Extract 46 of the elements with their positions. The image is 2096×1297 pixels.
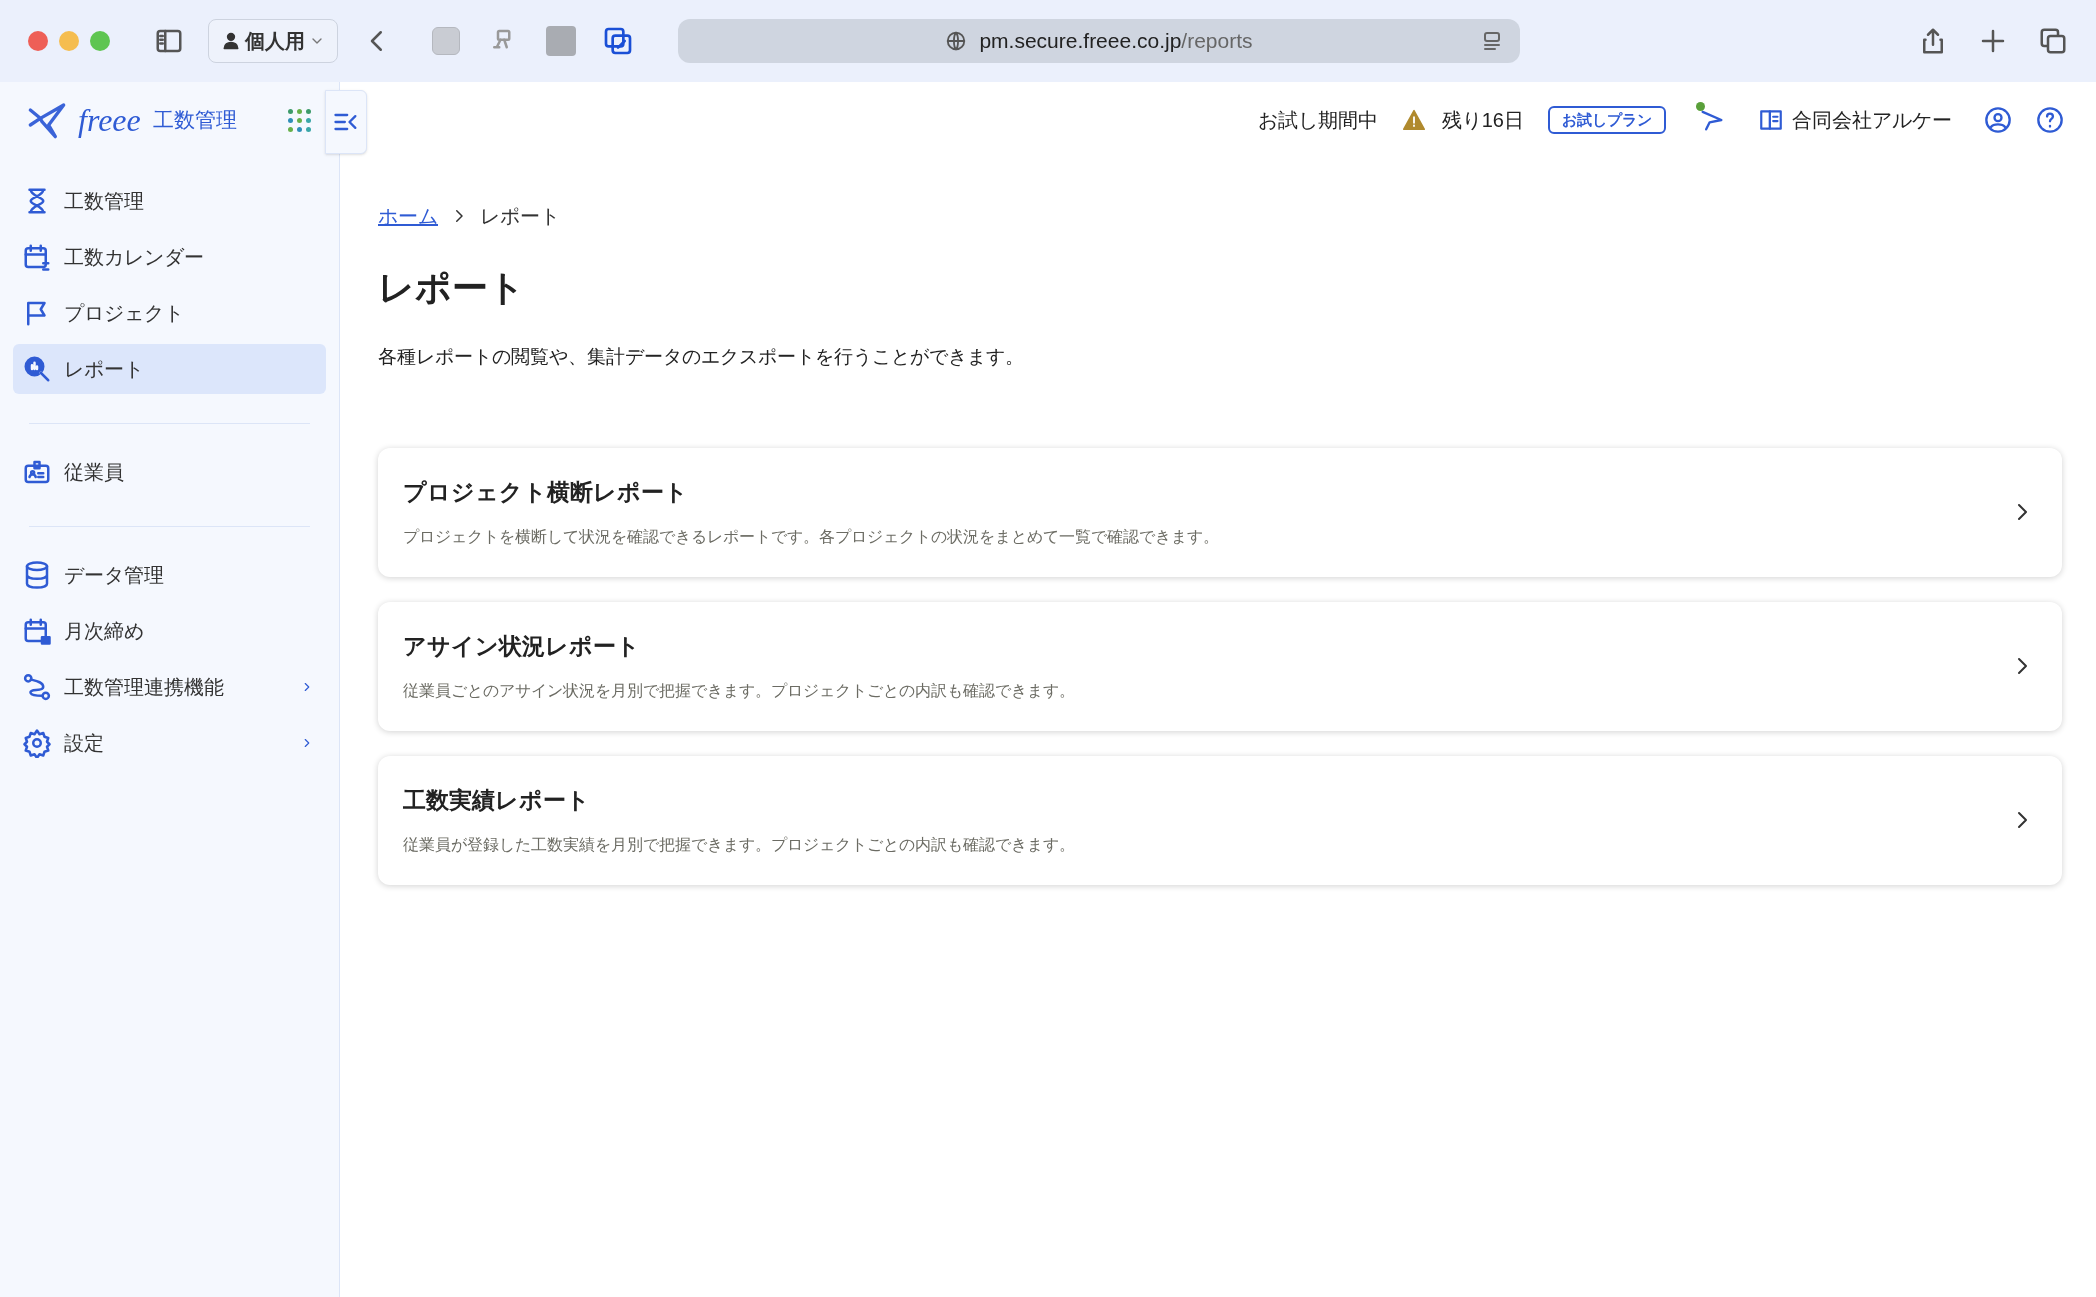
card-title: アサイン状況レポート [403, 631, 641, 661]
logo[interactable]: freee 工数管理 [20, 100, 237, 140]
page-title: レポート [378, 266, 526, 310]
help-icon[interactable] [2036, 106, 2064, 134]
calendar-icon [22, 242, 52, 272]
app-grid-icon[interactable] [288, 108, 311, 132]
sidebar-item[interactable]: 工数管理連携機能 [13, 662, 326, 712]
person-icon [221, 31, 241, 51]
trial-status: お試し期間中 [1257, 108, 1378, 133]
calendar-lock-icon [22, 616, 52, 646]
page-description: 各種レポートの閲覧や、集計データのエクスポートを行うことができます。 [378, 345, 1025, 369]
building-icon [1758, 107, 1784, 133]
collapse-sidebar-button[interactable] [325, 90, 367, 154]
copy-icon[interactable] [602, 25, 634, 57]
sidebar-item[interactable]: レポート [13, 344, 326, 394]
sidebar-item[interactable]: 設定 [13, 718, 326, 768]
profile-button[interactable]: 個人用 [208, 19, 338, 63]
url-text: pm.secure.freee.co.jp/reports [979, 28, 1253, 55]
card-description: プロジェクトを横断して状況を確認できるレポートです。各プロジェクトの状況をまとめて一覧で確認できます。 [403, 527, 1220, 548]
breadcrumb-current: レポート [480, 204, 560, 229]
remaining-days: 残り16日 [1441, 105, 1524, 135]
sidebar-item[interactable]: 従業員 [13, 447, 326, 497]
globe-icon [945, 30, 968, 52]
settings-icon [22, 728, 52, 758]
route-icon [22, 672, 52, 702]
plan-badge: お試しプラン [1548, 105, 1666, 135]
breadcrumb-link[interactable]: ホーム [378, 201, 438, 231]
tabs-icon[interactable] [2038, 26, 2068, 56]
sidebar-item[interactable]: 工数カレンダー [13, 232, 326, 282]
card-description: 従業員ごとのアサイン状況を月別で把握できます。プロジェクトごとの内訳も確認できます。 [403, 681, 1076, 702]
report-search-icon [22, 354, 52, 384]
card-title: プロジェクト横断レポート [403, 477, 689, 507]
sidebar-item[interactable]: プロジェクト [13, 288, 326, 338]
card-description: 従業員が登録した工数実績を月別で把握できます。プロジェクトごとの内訳も確認できます。 [403, 835, 1076, 856]
warning-icon [1401, 109, 1426, 131]
report-card[interactable]: プロジェクト横断レポート プロジェクトを横断して状況を確認できるレポートです。各プロジェクトの状況をまとめて一覧で確認できます。 [378, 447, 2062, 577]
card-title: 工数実績レポート [403, 785, 591, 815]
report-card[interactable]: アサイン状況レポート 従業員ごとのアサイン状況を月別で把握できます。プロジェクトごとの内訳も確認できます。 [378, 601, 2062, 731]
company-switcher[interactable]: 合同会社アルケー [1758, 105, 1952, 135]
account-icon[interactable] [1984, 106, 2012, 134]
window-control[interactable] [28, 31, 48, 51]
address-bar[interactable]: pm.secure.freee.co.jp/reports [678, 19, 1520, 63]
sidebar-item[interactable]: 工数管理 [13, 176, 326, 226]
sidebar-item[interactable]: 月次締め [13, 606, 326, 656]
report-card[interactable]: 工数実績レポート 従業員が登録した工数実績を月別で把握できます。プロジェクトごとの内訳も確認できます。 [378, 755, 2062, 885]
sidebar-item[interactable]: データ管理 [13, 550, 326, 600]
